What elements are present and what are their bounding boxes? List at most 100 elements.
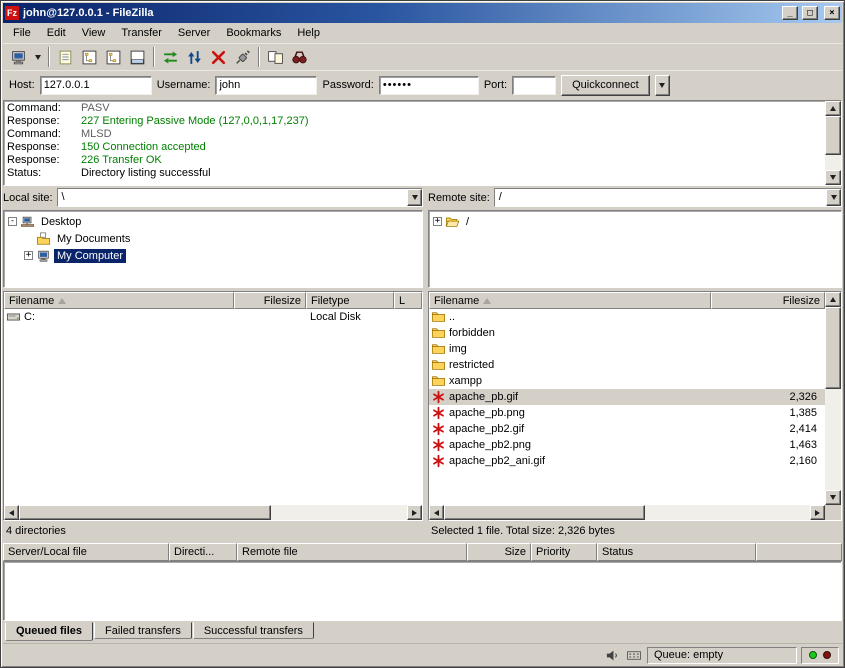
- find-files-button[interactable]: [288, 46, 311, 68]
- file-row[interactable]: apache_pb2.gif 2,414: [429, 421, 825, 437]
- file-row[interactable]: apache_pb2_ani.gif 2,160: [429, 453, 825, 469]
- menu-edit[interactable]: Edit: [39, 24, 74, 42]
- column-header-filetype[interactable]: Filetype: [306, 292, 394, 309]
- remote-site-dropdown-button[interactable]: [826, 189, 841, 206]
- scroll-thumb[interactable]: [825, 307, 841, 389]
- scroll-track[interactable]: [444, 505, 810, 520]
- folder-icon: [431, 310, 446, 324]
- cancel-button[interactable]: [207, 46, 230, 68]
- maximize-button[interactable]: □: [802, 6, 818, 20]
- minimize-button[interactable]: _: [782, 6, 798, 20]
- menu-transfer[interactable]: Transfer: [113, 24, 170, 42]
- scroll-thumb[interactable]: [19, 505, 271, 520]
- password-label: Password:: [322, 79, 373, 91]
- tree-item-my-documents[interactable]: My Documents: [4, 230, 422, 247]
- column-header-filesize[interactable]: Filesize: [711, 292, 825, 309]
- column-header-priority[interactable]: Priority: [531, 543, 597, 561]
- menu-bookmarks[interactable]: Bookmarks: [218, 24, 289, 42]
- scroll-left-button[interactable]: [429, 505, 444, 520]
- column-header-filename[interactable]: Filename: [4, 292, 234, 309]
- column-header-direction[interactable]: Directi...: [169, 543, 237, 561]
- remote-horizontal-scrollbar[interactable]: [429, 505, 825, 520]
- scroll-up-button[interactable]: [825, 292, 841, 307]
- directory-comparison-button[interactable]: [264, 46, 287, 68]
- file-row[interactable]: xampp: [429, 373, 825, 389]
- site-manager-button[interactable]: [7, 46, 30, 68]
- file-row-selected[interactable]: apache_pb.gif 2,326: [429, 389, 825, 405]
- remote-treeview-toggle-button[interactable]: [102, 46, 125, 68]
- tab-successful-transfers[interactable]: Successful transfers: [193, 622, 314, 639]
- local-horizontal-scrollbar[interactable]: [4, 505, 422, 520]
- keypad-icon[interactable]: [625, 647, 643, 663]
- scroll-down-button[interactable]: [825, 490, 841, 505]
- file-row[interactable]: img: [429, 341, 825, 357]
- close-button[interactable]: ×: [824, 6, 840, 20]
- transfer-queue-toggle-button[interactable]: [126, 46, 149, 68]
- speaker-icon[interactable]: [603, 647, 621, 663]
- file-row[interactable]: restricted: [429, 357, 825, 373]
- column-header-remote-file[interactable]: Remote file: [237, 543, 467, 561]
- queue-list-body[interactable]: [3, 561, 842, 621]
- message-log-toggle-button[interactable]: [54, 46, 77, 68]
- local-site-dropdown-button[interactable]: [407, 189, 422, 206]
- scroll-left-button[interactable]: [4, 505, 19, 520]
- quickconnect-dropdown-button[interactable]: [655, 75, 670, 96]
- menu-server[interactable]: Server: [170, 24, 218, 42]
- local-list-body[interactable]: C: Local Disk: [4, 309, 422, 505]
- column-header-last-modified[interactable]: L: [394, 292, 422, 309]
- file-row[interactable]: apache_pb2.png 1,463: [429, 437, 825, 453]
- tree-item-desktop[interactable]: - Desktop: [4, 213, 422, 230]
- tree-item-my-computer[interactable]: + My Computer: [4, 247, 422, 264]
- scroll-thumb[interactable]: [444, 505, 645, 520]
- host-input[interactable]: [40, 76, 152, 95]
- local-directory-tree[interactable]: - Desktop My Documents + My Computer: [3, 210, 423, 288]
- remote-file-list: Filename Filesize .. forbidden: [428, 291, 842, 521]
- titlebar[interactable]: Fz john@127.0.0.1 - FileZilla _ □ ×: [3, 3, 842, 23]
- disconnect-button[interactable]: [231, 46, 254, 68]
- tree-item-root[interactable]: + /: [429, 213, 841, 230]
- file-row[interactable]: forbidden: [429, 325, 825, 341]
- collapse-icon[interactable]: -: [8, 217, 17, 226]
- username-input[interactable]: [215, 76, 317, 95]
- file-row[interactable]: C: Local Disk: [4, 309, 422, 325]
- tab-queued-files[interactable]: Queued files: [5, 622, 93, 641]
- column-header-size[interactable]: Size: [467, 543, 531, 561]
- local-treeview-toggle-button[interactable]: [78, 46, 101, 68]
- column-header-filename[interactable]: Filename: [429, 292, 711, 309]
- site-manager-dropdown-button[interactable]: [31, 46, 44, 68]
- remote-list-body[interactable]: .. forbidden img: [429, 309, 825, 505]
- file-size: 2,326: [711, 391, 825, 403]
- scroll-down-button[interactable]: [825, 170, 841, 185]
- expand-icon[interactable]: +: [433, 217, 442, 226]
- local-site-value: \: [58, 189, 407, 206]
- scroll-right-button[interactable]: [407, 505, 422, 520]
- scroll-thumb[interactable]: [825, 116, 841, 155]
- file-row[interactable]: apache_pb.png 1,385: [429, 405, 825, 421]
- scroll-up-button[interactable]: [825, 101, 841, 116]
- log-vertical-scrollbar[interactable]: [825, 101, 841, 185]
- file-row[interactable]: ..: [429, 309, 825, 325]
- remote-directory-tree[interactable]: + /: [428, 210, 842, 288]
- remote-site-combobox[interactable]: /: [494, 188, 842, 207]
- menu-view[interactable]: View: [74, 24, 114, 42]
- column-header-filesize[interactable]: Filesize: [234, 292, 306, 309]
- password-input[interactable]: [379, 76, 479, 95]
- port-input[interactable]: [512, 76, 556, 95]
- local-site-combobox[interactable]: \: [57, 188, 423, 207]
- column-header-server-local-file[interactable]: Server/Local file: [3, 543, 169, 561]
- remote-vertical-scrollbar[interactable]: [825, 292, 841, 505]
- scroll-right-button[interactable]: [810, 505, 825, 520]
- scroll-track[interactable]: [825, 307, 841, 490]
- scroll-track[interactable]: [19, 505, 407, 520]
- scroll-track[interactable]: [825, 116, 841, 170]
- menu-file[interactable]: File: [5, 24, 39, 42]
- quickconnect-button[interactable]: Quickconnect: [561, 75, 650, 96]
- file-name: xampp: [449, 375, 482, 387]
- refresh-button[interactable]: [159, 46, 182, 68]
- column-header-status[interactable]: Status: [597, 543, 756, 561]
- process-queue-button[interactable]: [183, 46, 206, 68]
- tab-failed-transfers[interactable]: Failed transfers: [94, 622, 192, 639]
- menu-help[interactable]: Help: [289, 24, 328, 42]
- expand-icon[interactable]: +: [24, 251, 33, 260]
- local-pane: Local site: \ - Desktop My Documents +: [3, 188, 423, 541]
